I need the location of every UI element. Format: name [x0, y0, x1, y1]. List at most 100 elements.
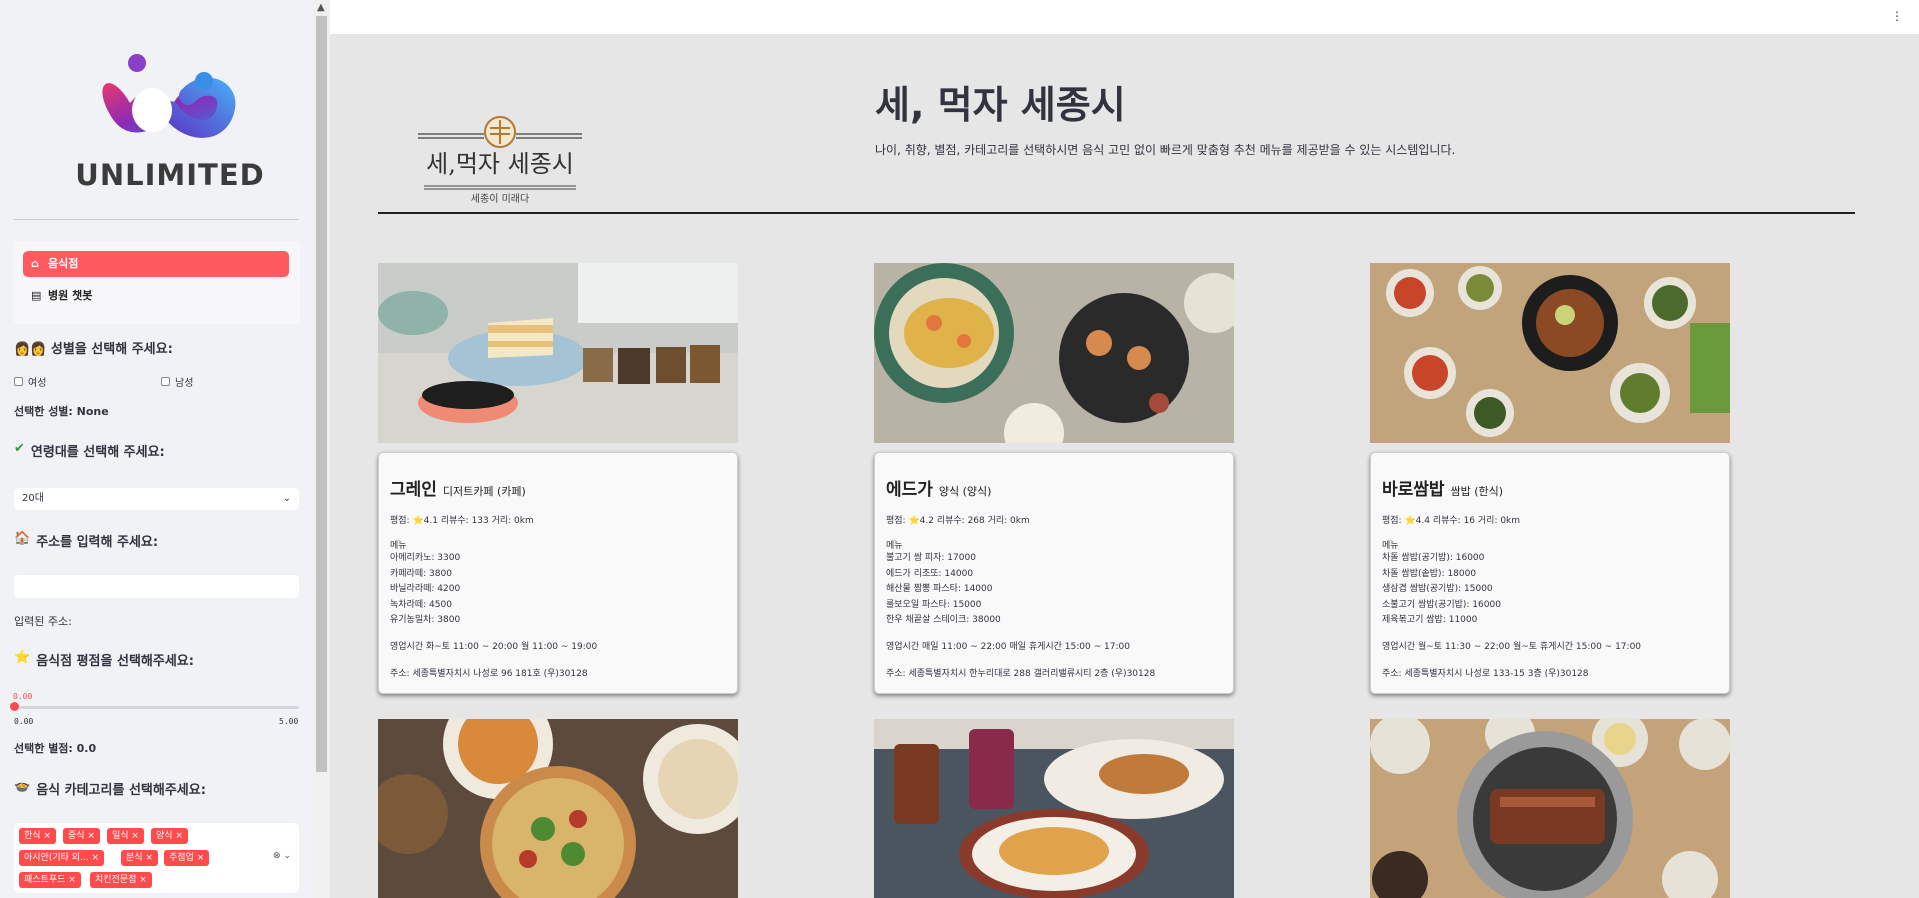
tag-label: 일식: [112, 831, 129, 841]
restaurant-card[interactable]: 바로쌈밥 쌈밥 (한식) 평점: ⭐4.4 리뷰수: 16 거리: 0km 메뉴…: [1370, 452, 1730, 694]
restaurant-photo-bbq: [1370, 719, 1730, 898]
sidebar: UNLIMITED ⌂ 음식점 ▤ 병원 챗봇 👩‍👩 성별을 선택해 주세요:…: [0, 0, 313, 898]
sejong-logo: 세,먹자 세종시 세종이 미래다: [410, 74, 590, 205]
sidebar-scrollbar[interactable]: ▲: [313, 0, 330, 898]
category-tag[interactable]: 분식 ×: [121, 850, 158, 866]
restaurant-photo-ssambap: [1370, 263, 1730, 443]
sejong-logo-subtext: 세종이 미래다: [470, 194, 530, 205]
tag-label: 한식: [24, 831, 41, 841]
menu-item: 불고기 쌈 피자: 17000: [886, 553, 976, 563]
restaurant-meta: 평점: ⭐4.4 리뷰수: 16 거리: 0km: [1382, 516, 1521, 526]
address-label-row: 🏠 주소를 입력해 주세요:: [14, 531, 158, 550]
nav-menu: ⌂ 음식점 ▤ 병원 챗봇: [14, 241, 300, 324]
selected-gender-text: 선택한 성별: None: [14, 405, 109, 418]
business-hours: 영업시간 매일 11:00 ~ 22:00 매일 휴게시간 15:00 ~ 17…: [886, 641, 1130, 652]
checkbox-box[interactable]: [161, 377, 170, 386]
chevron-down-icon: ⌄: [282, 493, 291, 504]
menu-item: 카페라떼: 3800: [390, 568, 452, 579]
unlimited-logo: UNLIMITED: [70, 48, 270, 198]
bbq-photo-image: [1370, 719, 1730, 898]
food-icon: 🍲: [14, 779, 31, 794]
brand-name: UNLIMITED: [75, 158, 265, 192]
pasta-photo-image: [874, 263, 1234, 443]
page-description: 나이, 취향, 별점, 카테고리를 선택하시면 음식 고민 없이 빠르게 맞춤형…: [875, 143, 1456, 157]
rating-slider-track[interactable]: [14, 706, 299, 709]
restaurant-name-row: 그레인 디저트카페 (카페): [390, 475, 726, 500]
male-checkbox[interactable]: 남성: [161, 374, 193, 389]
menu-item: 룰보오일 파스타: 15000: [886, 599, 982, 610]
kebab-menu-icon[interactable]: ⋮: [1891, 10, 1903, 22]
restaurant-category: 쌈밥 (한식): [1450, 485, 1504, 498]
nav-item-hospital-chatbot[interactable]: ▤ 병원 챗봇: [23, 283, 289, 309]
house-icon: 🏠: [14, 531, 31, 546]
nav-item-restaurants[interactable]: ⌂ 음식점: [23, 251, 289, 277]
category-tag[interactable]: 일식 ×: [107, 828, 144, 844]
restaurant-photo-pasta: [874, 263, 1234, 443]
nav-item-label: 병원 챗봇: [48, 289, 93, 302]
tag-label: 분식: [126, 853, 143, 863]
menu-header: 메뉴: [390, 541, 407, 551]
menu-item: 해산물 짬뽕 파스타: 14000: [886, 584, 993, 594]
restaurant-name: 에드가: [886, 480, 933, 500]
restaurant-photo-cafe: [378, 263, 738, 443]
checkbox-box[interactable]: [14, 377, 23, 386]
sidebar-divider: [14, 219, 299, 220]
rating-slider-value: 0.00: [13, 692, 33, 701]
category-tag[interactable]: 아시안(기타 외... ×: [19, 850, 105, 866]
menu-item: 차돌 쌈밥(솥밥): 18000: [1382, 568, 1477, 579]
tag-label: 패스트푸드: [24, 875, 66, 885]
ssambap-photo-image: [1370, 263, 1730, 443]
restaurant-meta: 평점: ⭐4.2 리뷰수: 268 거리: 0km: [886, 516, 1030, 526]
clear-and-chevron-icon[interactable]: ⊗ ⌄: [273, 851, 291, 861]
tag-label: 중식: [68, 831, 85, 841]
page-title: 세, 먹자 세종시: [875, 83, 1126, 127]
menu-item: 차돌 쌈밥(공기밥): 16000: [1382, 553, 1485, 563]
nav-item-label: 음식점: [48, 257, 79, 270]
tag-label: 주점업: [169, 853, 194, 863]
sejong-logo-text: 세,먹자 세종시: [426, 150, 574, 178]
category-tag[interactable]: 주점업 ×: [164, 850, 210, 866]
menu-item: 제육볶고기 쌈밥: 11000: [1382, 615, 1478, 625]
rating-slider-thumb[interactable]: [10, 702, 19, 711]
restaurant-photo-brunch: [874, 719, 1234, 898]
rating-slider-max: 5.00: [279, 717, 299, 726]
restaurant-address: 주소: 세종특별자치시 한누리대로 288 갤러리밸류시티 2층 (우)3012…: [886, 668, 1156, 679]
restaurant-name-row: 에드가 양식 (양식): [886, 475, 1222, 500]
printer-icon: ▤: [31, 289, 42, 302]
age-label-row: ✔ 연령대를 선택해 주세요:: [14, 441, 165, 460]
age-select[interactable]: 20대 ⌄: [14, 488, 299, 510]
cafe-photo-image: [378, 263, 738, 443]
star-icon: ⭐: [14, 650, 31, 665]
menu-item: 바닐라라떼: 4200: [390, 584, 461, 594]
home-icon: ⌂: [31, 257, 39, 270]
scroll-up-icon[interactable]: ▲: [317, 2, 325, 13]
category-tag[interactable]: 패스트푸드 ×: [19, 872, 81, 888]
menu-item: 생삼겹 쌈밥(공기밥): 15000: [1382, 584, 1493, 594]
address-input[interactable]: [14, 575, 299, 598]
restaurant-card[interactable]: 에드가 양식 (양식) 평점: ⭐4.2 리뷰수: 268 거리: 0km 메뉴…: [874, 452, 1234, 694]
age-select-value: 20대: [22, 493, 44, 504]
brunch-photo-image: [874, 719, 1234, 898]
selected-rating-text: 선택한 별점: 0.0: [14, 742, 97, 755]
tag-label: 치킨전문점: [95, 875, 137, 885]
infinity-logo-icon: [102, 54, 236, 138]
restaurant-address: 주소: 세종특별자치시 나성로 96 181호 (우)30128: [390, 668, 588, 679]
female-checkbox[interactable]: 여성: [14, 374, 46, 389]
category-multiselect[interactable]: 한식 × 중식 × 일식 × 양식 × 아시안(기타 외... × 분식 × 주…: [14, 823, 299, 893]
menu-item: 아메리카노: 3300: [390, 553, 461, 563]
checkmark-icon: ✔: [14, 441, 25, 456]
category-tag[interactable]: 치킨전문점 ×: [90, 872, 152, 888]
category-tag[interactable]: 중식 ×: [63, 828, 100, 844]
rating-slider-min: 0.00: [14, 717, 34, 726]
rating-label: 음식점 평점을 선택해주세요:: [36, 654, 194, 669]
checkbox-label: 남성: [175, 378, 194, 389]
scrollbar-thumb[interactable]: [316, 16, 327, 772]
menu-item: 에드가 리조또: 14000: [886, 568, 974, 579]
restaurant-card[interactable]: 그레인 디저트카페 (카페) 평점: ⭐4.1 리뷰수: 133 거리: 0km…: [378, 452, 738, 694]
category-tag[interactable]: 양식 ×: [151, 828, 188, 844]
menu-item: 유기농밀차: 3800: [390, 615, 461, 625]
entered-address-text: 입력된 주소:: [14, 615, 72, 628]
sejong-emblem-icon: [418, 116, 582, 190]
category-tag[interactable]: 한식 ×: [19, 828, 56, 844]
menu-item: 소불고기 쌈밥(공기밥): 16000: [1382, 599, 1501, 610]
